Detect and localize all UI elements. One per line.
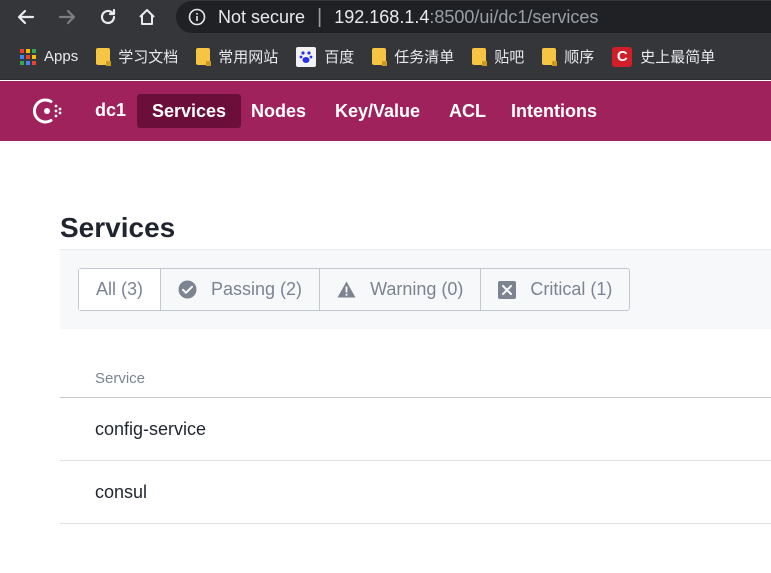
folder-icon [542, 48, 558, 66]
folder-icon [372, 48, 388, 66]
datacenter-selector[interactable]: dc1 [95, 100, 126, 121]
folder-icon [96, 48, 112, 66]
check-circle-icon [178, 280, 197, 299]
filter-panel: All (3) Passing (2) Warning (0) Critical… [60, 249, 771, 329]
filter-passing[interactable]: Passing (2) [160, 269, 319, 310]
page-title: Services [60, 212, 176, 243]
bookmark-label: 任务清单 [394, 49, 455, 66]
warning-triangle-icon [337, 281, 356, 298]
service-name[interactable]: config-service [95, 419, 206, 440]
filter-label: Warning (0) [370, 279, 464, 299]
x-square-icon [498, 280, 517, 299]
nav-acl[interactable]: ACL [434, 94, 501, 128]
info-icon[interactable] [188, 8, 206, 26]
bookmark-label: 贴吧 [494, 49, 525, 66]
bookmark-label: 百度 [324, 49, 355, 66]
bookmark-baidu[interactable]: 百度 [296, 43, 354, 71]
bookmark-apps[interactable]: Apps [20, 43, 78, 71]
folder-icon [196, 48, 212, 66]
reload-button[interactable] [96, 5, 120, 29]
address-bar[interactable]: Not secure | 192.168.1.4:8500/ui/dc1/ser… [176, 1, 771, 33]
filter-critical[interactable]: Critical (1) [480, 269, 629, 310]
bookmarks-bar: Apps 学习文档 常用网站 百度 任务清单 贴吧 顺序 C 史上最简单 [0, 34, 771, 80]
arrow-left-icon [17, 9, 35, 25]
bookmark-folder[interactable]: 任务清单 [372, 43, 454, 71]
forward-button[interactable] [55, 5, 79, 29]
filter-warning[interactable]: Warning (0) [319, 269, 480, 310]
bookmark-label: 学习文档 [118, 49, 179, 66]
home-icon [139, 9, 155, 25]
nav-key-value[interactable]: Key/Value [320, 94, 435, 128]
bookmark-folder[interactable]: 学习文档 [96, 43, 178, 71]
arrow-right-icon [58, 9, 76, 25]
service-name[interactable]: consul [95, 482, 147, 503]
bookmark-folder[interactable]: 顺序 [542, 43, 594, 71]
reload-icon [100, 8, 116, 25]
browser-toolbar: Not secure | 192.168.1.4:8500/ui/dc1/ser… [0, 0, 771, 34]
bookmark-label: 常用网站 [218, 49, 279, 66]
table-row[interactable]: config-service [60, 398, 771, 461]
nav-nodes[interactable]: Nodes [236, 94, 321, 128]
filter-label: All (3) [96, 279, 144, 299]
consul-logo-icon[interactable] [29, 93, 65, 129]
bookmark-label: 顺序 [564, 49, 595, 66]
baidu-icon [296, 46, 317, 67]
column-header-service[interactable]: Service [60, 360, 771, 398]
filter-label: Passing (2) [211, 279, 303, 299]
url-host: 192.168.1.4 [334, 6, 430, 27]
apps-grid-icon [20, 48, 36, 65]
filter-label: Critical (1) [530, 279, 613, 299]
bookmark-folder[interactable]: 常用网站 [196, 43, 278, 71]
health-filter-group: All (3) Passing (2) Warning (0) Critical… [78, 268, 631, 311]
table-row[interactable]: consul [60, 461, 771, 524]
url-path: :8500/ui/dc1/services [429, 6, 599, 27]
bookmark-label: Apps [44, 48, 79, 65]
bookmark-label: 史上最简单 [640, 49, 716, 66]
back-button[interactable] [14, 5, 38, 29]
c-red-icon: C [612, 46, 633, 67]
consul-navbar: dc1 Services Nodes Key/Value ACL Intenti… [0, 81, 771, 141]
omnibox-separator: | [317, 5, 323, 28]
nav-intentions[interactable]: Intentions [496, 94, 612, 128]
bookmark-folder[interactable]: 贴吧 [472, 43, 524, 71]
folder-icon [472, 48, 488, 66]
services-table: Service config-service consul [60, 360, 771, 524]
security-label: Not secure [218, 6, 306, 27]
bookmark-link[interactable]: C 史上最简单 [612, 43, 715, 71]
url-text[interactable]: 192.168.1.4:8500/ui/dc1/services [334, 7, 598, 28]
home-button[interactable] [135, 5, 159, 29]
nav-services[interactable]: Services [137, 94, 242, 128]
filter-all[interactable]: All (3) [79, 269, 161, 310]
